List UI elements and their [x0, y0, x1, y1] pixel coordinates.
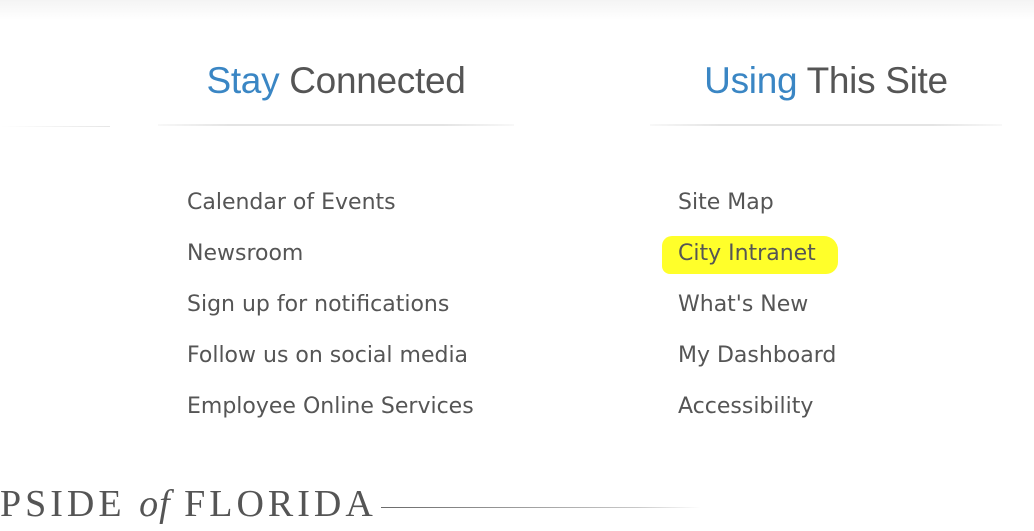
heading-rest: This Site: [806, 60, 949, 101]
employee-online-services-link[interactable]: Employee Online Services: [187, 394, 474, 419]
list-item: Follow us on social media: [187, 339, 474, 390]
city-intranet-link[interactable]: City Intranet: [662, 236, 838, 274]
stay-connected-heading: Stay Connected: [158, 58, 514, 104]
my-dashboard-link[interactable]: My Dashboard: [678, 343, 836, 368]
list-item: Site Map: [678, 186, 838, 237]
sign-up-notifications-link[interactable]: Sign up for notifications: [187, 292, 449, 317]
calendar-of-events-link[interactable]: Calendar of Events: [187, 190, 396, 215]
heading-accent-word: Using: [704, 60, 798, 101]
stay-connected-links: Calendar of Events Newsroom Sign up for …: [187, 186, 474, 441]
logo-word-end: FLORIDA: [184, 483, 377, 525]
follow-social-media-link[interactable]: Follow us on social media: [187, 343, 468, 368]
list-item: Accessibility: [678, 390, 838, 441]
logo-wordmark: PSIDE of FLORIDA: [0, 482, 377, 526]
logo-rule: [380, 506, 701, 508]
newsroom-link[interactable]: Newsroom: [187, 241, 303, 266]
list-item: Employee Online Services: [187, 390, 474, 441]
list-item: City Intranet: [662, 236, 838, 288]
top-shadow-band: [0, 0, 1034, 20]
heading-divider: [650, 124, 1002, 126]
using-this-site-heading: Using This Site: [650, 58, 1002, 104]
whats-new-link[interactable]: What's New: [678, 292, 808, 317]
list-item: My Dashboard: [678, 339, 838, 390]
list-item: Newsroom: [187, 237, 474, 288]
site-map-link[interactable]: Site Map: [678, 190, 774, 215]
city-logo[interactable]: PSIDE of FLORIDA: [0, 477, 701, 531]
list-item: What's New: [678, 288, 838, 339]
list-item: Sign up for notifications: [187, 288, 474, 339]
heading-divider: [158, 124, 514, 126]
heading-accent-word: Stay: [206, 60, 280, 101]
logo-word-of: of: [139, 483, 171, 525]
left-divider: [0, 126, 110, 127]
heading-rest: Connected: [289, 60, 466, 101]
accessibility-link[interactable]: Accessibility: [678, 394, 813, 419]
logo-word-start: PSIDE: [0, 483, 126, 525]
list-item: Calendar of Events: [187, 186, 474, 237]
using-this-site-links: Site Map City Intranet What's New My Das…: [662, 186, 838, 441]
